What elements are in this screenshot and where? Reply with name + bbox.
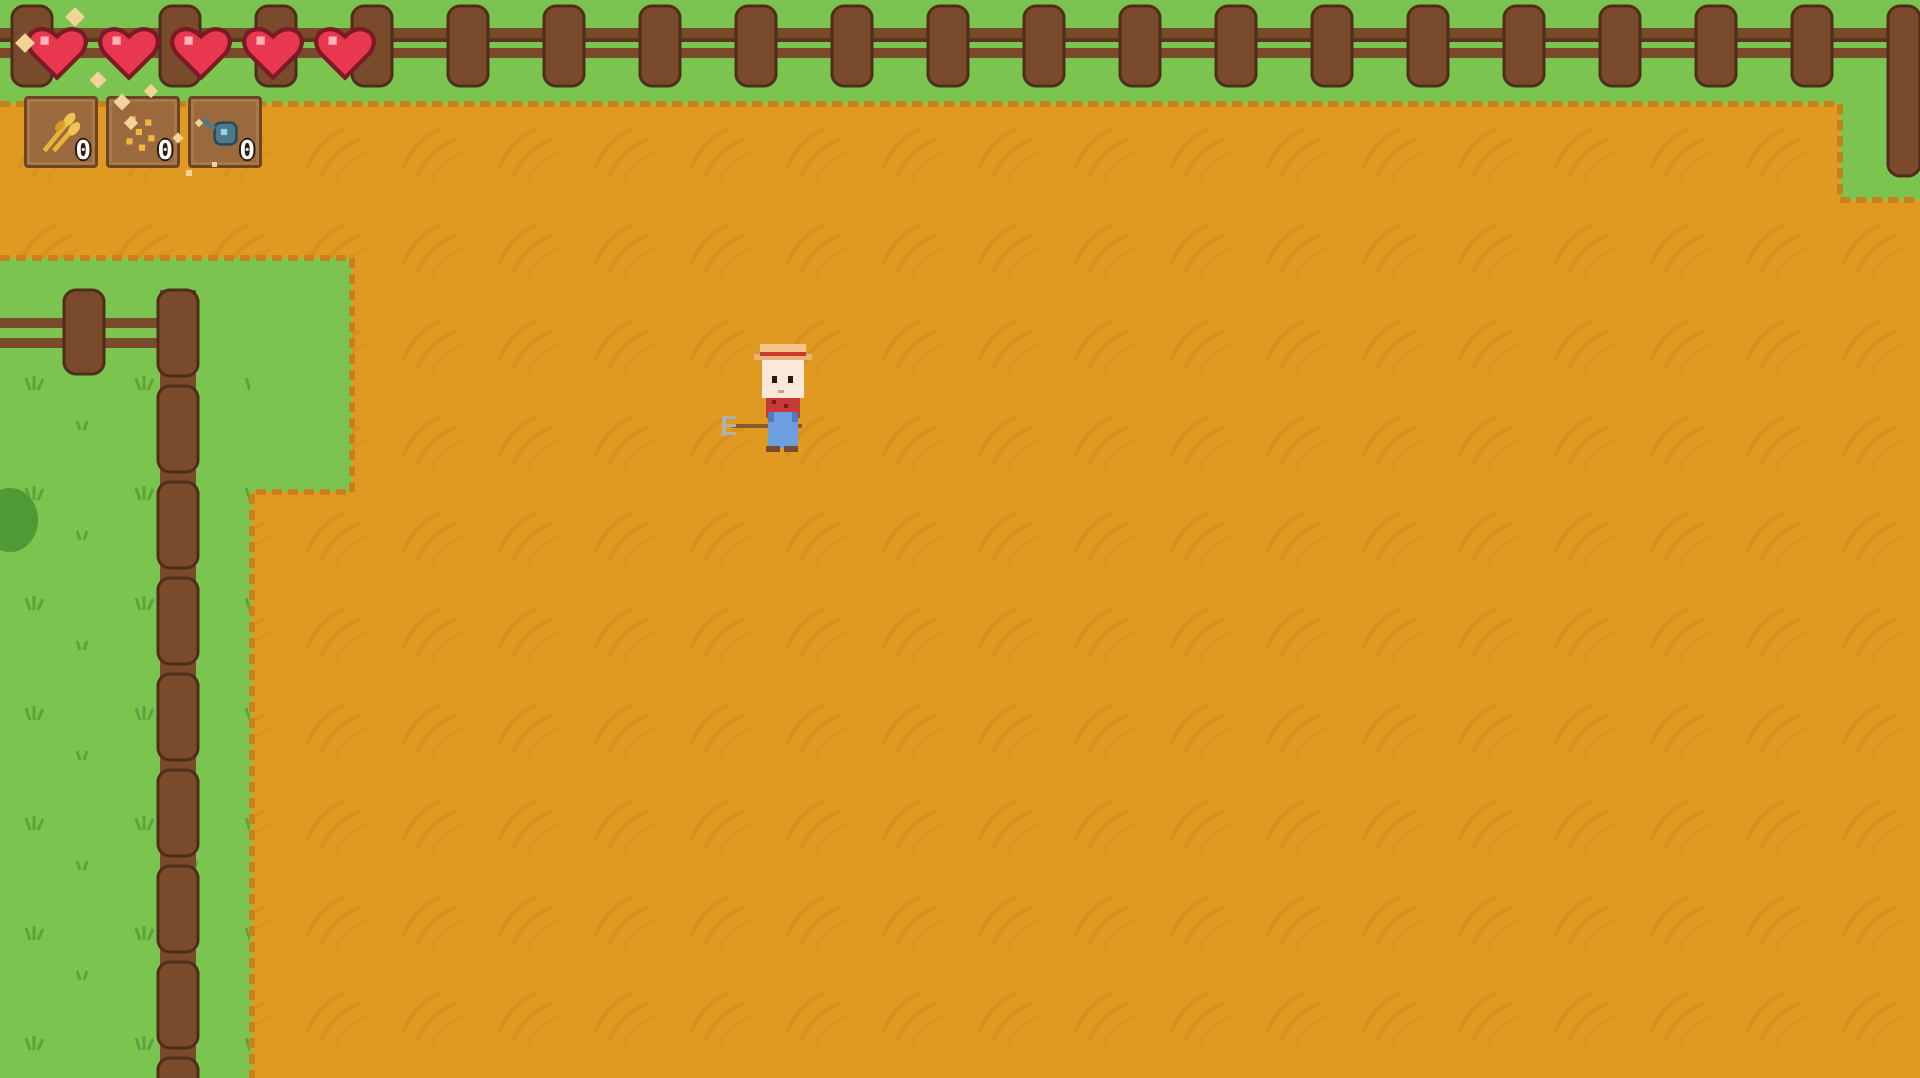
watering-can-count: 0 [239, 136, 255, 166]
player-character[interactable] [722, 340, 832, 480]
heart-icon [312, 20, 378, 86]
farm-ground [0, 0, 1920, 1078]
heart-icon [240, 20, 306, 86]
game-scene: 0 0 0 [0, 0, 1920, 1078]
dust-particles [15, 7, 217, 176]
